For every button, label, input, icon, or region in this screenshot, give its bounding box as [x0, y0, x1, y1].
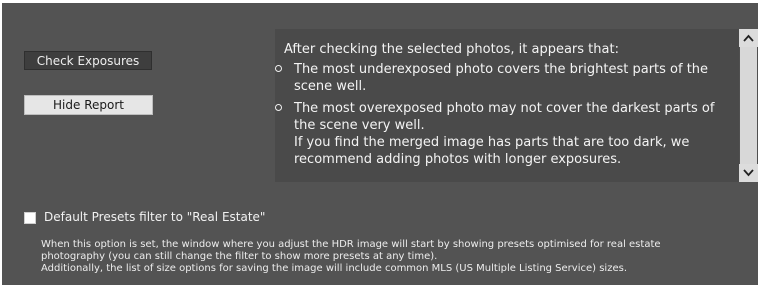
report-item-underexposed: The most underexposed photo covers the b…: [275, 61, 729, 95]
report-intro: After checking the selected photos, it a…: [284, 42, 619, 57]
real-estate-checkbox-label[interactable]: Default Presets filter to "Real Estate": [44, 210, 265, 225]
description-line: When this option is set, the window wher…: [41, 239, 661, 250]
description-line: photography (you can still change the fi…: [41, 251, 438, 262]
report-item-text: The most underexposed photo covers the b…: [294, 62, 709, 94]
hdr-settings-panel: Check Exposures Hide Report After checki…: [2, 3, 758, 285]
hide-report-button[interactable]: Hide Report: [24, 95, 153, 115]
description-line: Additionally, the list of size options f…: [41, 263, 627, 274]
scroll-down-button[interactable]: [739, 164, 758, 182]
real-estate-checkbox[interactable]: [24, 212, 36, 224]
exposure-report: After checking the selected photos, it a…: [275, 29, 758, 182]
report-list: The most underexposed photo covers the b…: [275, 61, 729, 168]
report-text: After checking the selected photos, it a…: [275, 41, 729, 173]
check-exposures-button[interactable]: Check Exposures: [24, 51, 152, 70]
hollow-circle-bullet-icon: [275, 65, 282, 72]
scroll-thumb[interactable]: [740, 47, 757, 164]
option-description: When this option is set, the window wher…: [41, 239, 753, 275]
hollow-circle-bullet-icon: [275, 104, 282, 111]
chevron-up-icon: [743, 34, 754, 42]
scroll-up-button[interactable]: [739, 29, 758, 47]
chevron-down-icon: [743, 169, 754, 177]
report-scrollbar[interactable]: [739, 29, 758, 182]
report-item-text: The most overexposed photo may not cover…: [294, 101, 715, 167]
report-item-overexposed: The most overexposed photo may not cover…: [275, 100, 729, 168]
